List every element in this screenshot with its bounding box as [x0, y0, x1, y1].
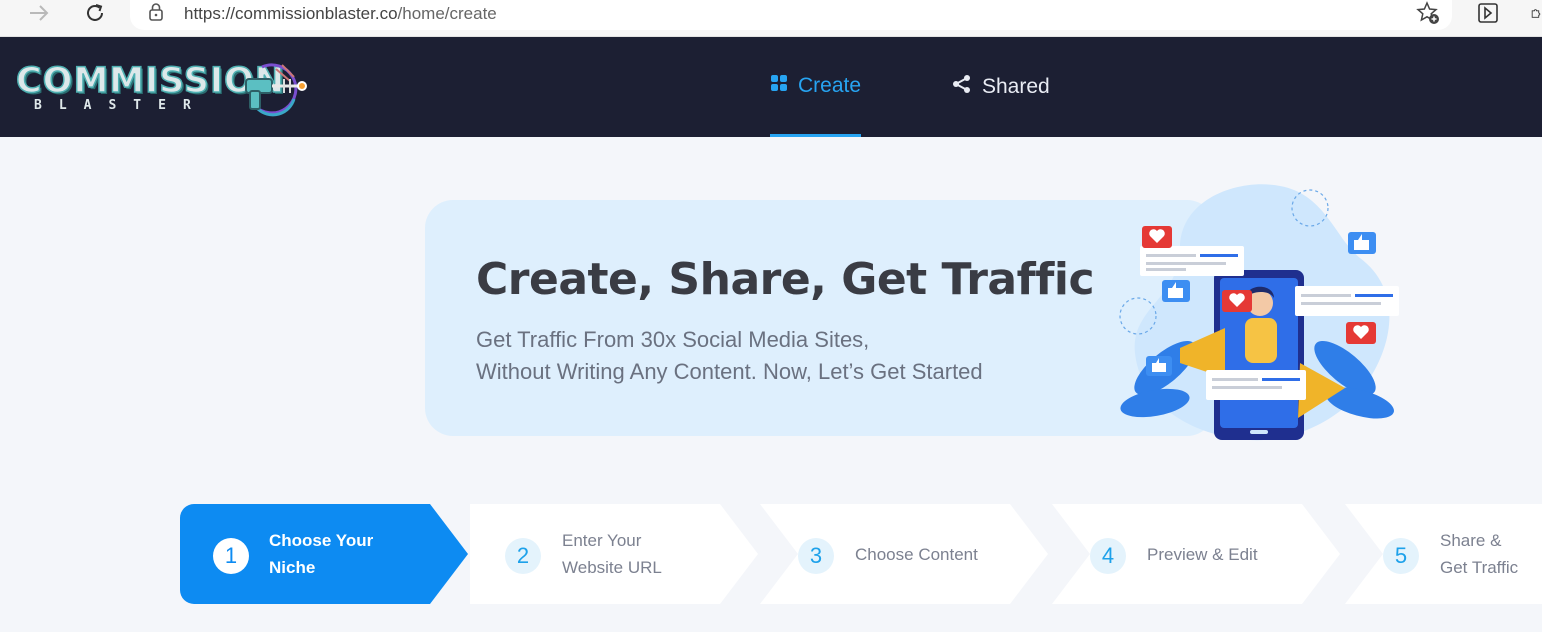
step-1-number: 1	[213, 538, 249, 574]
address-bar[interactable]: https://commissionblaster.co/home/create	[130, 0, 1452, 30]
person-body	[1245, 318, 1277, 363]
step-5-number: 5	[1383, 538, 1419, 574]
step-1[interactable]: 1 Choose Your Niche	[180, 504, 470, 604]
step-5-label-line-2: Get Traffic	[1440, 558, 1519, 577]
logo-sub-text: BLASTER	[34, 98, 208, 113]
lock-icon	[148, 2, 164, 27]
step-4-label: Preview & Edit	[1147, 541, 1258, 568]
step-2-label-line-2: Website URL	[562, 558, 662, 577]
tab-create-label: Create	[798, 73, 862, 97]
hero-banner: Create, Share, Get Traffic Get Traffic F…	[425, 200, 1215, 436]
step-1-label-line-1: Choose Your	[269, 531, 374, 550]
blaster-gun-icon	[245, 63, 307, 117]
favorite-add-icon[interactable]	[1416, 1, 1440, 30]
url-text: https://commissionblaster.co/home/create	[184, 4, 497, 24]
step-1-label: Choose Your Niche	[269, 527, 373, 581]
step-3-number: 3	[798, 538, 834, 574]
step-2-label: Enter Your Website URL	[562, 527, 662, 581]
tab-shared-label: Shared	[982, 75, 1050, 98]
forward-icon[interactable]	[26, 0, 52, 26]
browser-toolbar: https://commissionblaster.co/home/create	[0, 0, 1542, 37]
step-3-label: Choose Content	[855, 541, 978, 568]
reload-icon[interactable]	[82, 0, 108, 26]
step-4-number: 4	[1090, 538, 1126, 574]
social-media-illustration	[1119, 184, 1399, 441]
tab-shared[interactable]: Shared	[952, 37, 1050, 137]
step-3-label-line-1: Choose Content	[855, 545, 978, 564]
step-2[interactable]: 2 Enter Your Website URL	[470, 504, 770, 604]
step-4-label-line-1: Preview & Edit	[1147, 545, 1258, 564]
step-2-number: 2	[505, 538, 541, 574]
step-3[interactable]: 3 Choose Content	[760, 504, 1060, 604]
hero-title: Create, Share, Get Traffic	[476, 254, 1095, 305]
steps-wizard: 1 Choose Your Niche 2 Enter Your Website…	[180, 504, 1542, 604]
step-5-label: Share & Get Traffic	[1440, 527, 1518, 581]
step-1-label-line-2: Niche	[269, 558, 316, 577]
step-4[interactable]: 4 Preview & Edit	[1052, 504, 1352, 604]
logo[interactable]: COMMISSION BLASTER	[14, 57, 314, 119]
hero-subtitle-line-2: Without Writing Any Content. Now, Let’s …	[476, 359, 983, 384]
url-path: /home/create	[397, 4, 497, 23]
hero-subtitle: Get Traffic From 30x Social Media Sites,…	[476, 324, 983, 388]
url-host: https://commissionblaster.co	[184, 4, 398, 23]
extensions-icon[interactable]	[1530, 0, 1542, 26]
tab-create[interactable]: Create	[770, 37, 862, 137]
hero-subtitle-line-1: Get Traffic From 30x Social Media Sites,	[476, 327, 870, 352]
reading-mode-icon[interactable]	[1476, 0, 1500, 26]
step-2-label-line-1: Enter Your	[562, 531, 642, 550]
step-5-label-line-1: Share &	[1440, 531, 1502, 550]
step-5[interactable]: 5 Share & Get Traffic	[1345, 504, 1542, 604]
app-header: COMMISSION BLASTER Create Shared	[0, 37, 1542, 137]
grid-icon	[770, 74, 788, 98]
share-icon	[952, 74, 972, 100]
